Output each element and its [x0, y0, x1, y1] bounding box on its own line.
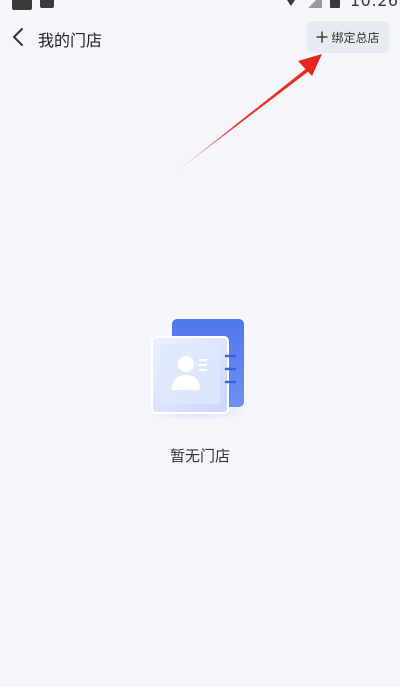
battery-icon	[330, 0, 340, 8]
status-time: 10:26	[350, 0, 399, 10]
plus-icon	[316, 31, 328, 43]
status-bar: 10:26	[0, 0, 400, 12]
store-card-illustration	[146, 319, 250, 421]
bind-head-store-button[interactable]: 绑定总店	[307, 21, 389, 53]
header: 我的门店 绑定总店	[0, 18, 400, 58]
notification-icon	[12, 0, 32, 10]
app-notification-icon	[40, 0, 54, 8]
chevron-left-icon[interactable]	[8, 26, 30, 48]
page-title: 我的门店	[38, 31, 103, 50]
signal-icon	[308, 0, 322, 8]
bind-button-label: 绑定总店	[331, 30, 380, 45]
wifi-icon	[283, 0, 299, 6]
empty-state-message: 暂无门店	[169, 447, 230, 465]
